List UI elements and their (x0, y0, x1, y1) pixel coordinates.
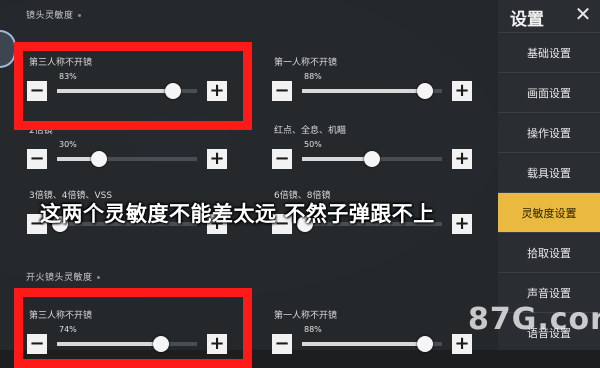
sidebar-item-basic[interactable]: 基础设置 (498, 32, 600, 73)
slider-fill (302, 89, 426, 93)
sidebar-item-label: 载具设置 (527, 167, 571, 180)
decrease-button[interactable]: − (272, 81, 292, 101)
decrease-button[interactable]: − (27, 149, 47, 169)
sidebar-item-label: 基础设置 (527, 47, 571, 60)
info-dot-icon (77, 14, 81, 17)
slider-fire-first-person-no-scope: 第一人称不开镜 88% − + (272, 308, 482, 362)
increase-button[interactable]: + (452, 81, 472, 101)
slider-fill (302, 342, 426, 346)
settings-sidebar: 设置 ✕ 基础设置 画面设置 操作设置 载具设置 灵敏度设置 拾取设置 声音设置… (498, 0, 600, 350)
sidebar-item-controls[interactable]: 操作设置 (498, 112, 600, 153)
increase-button[interactable]: + (452, 149, 472, 169)
section-title-text: 镜头灵敏度 (26, 11, 74, 21)
sidebar-item-label: 灵敏度设置 (521, 207, 577, 220)
slider-knob[interactable] (91, 151, 107, 167)
slider-label: 第一人称不开镜 (274, 311, 338, 321)
slider-track[interactable] (302, 83, 442, 99)
sidebar-item-vehicle[interactable]: 载具设置 (498, 152, 600, 193)
slider-fill (302, 157, 372, 161)
sidebar-item-sensitivity[interactable]: 灵敏度设置 (498, 192, 600, 233)
section-title-text: 开火镜头灵敏度 (26, 273, 93, 283)
site-watermark: 87G.com (468, 302, 600, 337)
increase-button[interactable]: + (207, 149, 227, 169)
slider-knob[interactable] (417, 83, 434, 99)
slider-label: 红点、全息、机瞄 (274, 126, 347, 136)
slider-knob[interactable] (364, 151, 380, 167)
slider-value: 88% (304, 72, 322, 81)
caption-overlay: 这两个灵敏度不能差太远 不然子弹跟不上 (40, 202, 435, 226)
sidebar-item-pickup[interactable]: 拾取设置 (498, 232, 600, 273)
decrease-button[interactable]: − (272, 334, 292, 354)
sidebar-item-label: 操作设置 (527, 127, 571, 140)
increase-button[interactable]: + (452, 214, 472, 234)
increase-button[interactable]: + (452, 334, 472, 354)
close-icon[interactable]: ✕ (572, 3, 594, 25)
slider-2x-scope: 2倍镜 30% − + (27, 123, 237, 177)
slider-track[interactable] (302, 336, 442, 352)
highlight-box-scope (14, 42, 252, 130)
slider-value: 30% (59, 140, 77, 149)
slider-track[interactable] (57, 151, 197, 167)
sidebar-item-label: 拾取设置 (527, 247, 571, 260)
slider-first-person-no-scope: 第一人称不开镜 88% − + (272, 55, 482, 109)
sidebar-item-label: 画面设置 (527, 87, 571, 100)
sidebar-header: 设置 ✕ (498, 0, 600, 32)
section-title-scope: 镜头灵敏度 (26, 8, 81, 21)
slider-value: 50% (304, 140, 322, 149)
sidebar-item-graphics[interactable]: 画面设置 (498, 72, 600, 113)
slider-red-dot-holo: 红点、全息、机瞄 50% − + (272, 123, 482, 177)
sidebar-title: 设置 (510, 10, 544, 30)
slider-label: 第一人称不开镜 (274, 58, 338, 68)
slider-value: 88% (304, 325, 322, 334)
decrease-button[interactable]: − (272, 149, 292, 169)
slider-track[interactable] (302, 151, 442, 167)
sidebar-item-label: 声音设置 (527, 287, 571, 300)
section-title-fire: 开火镜头灵敏度 (26, 270, 100, 283)
info-dot-icon (96, 276, 100, 279)
highlight-box-fire (14, 288, 252, 368)
